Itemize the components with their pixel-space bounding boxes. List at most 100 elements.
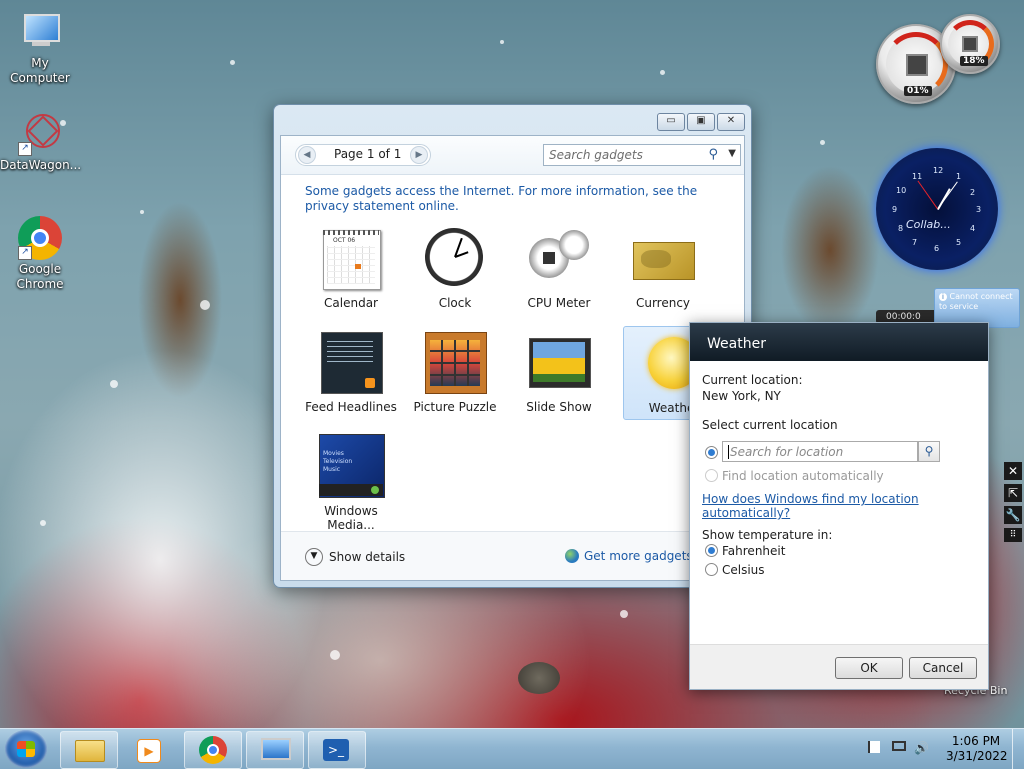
- clock-second-hand: [917, 180, 938, 209]
- start-button[interactable]: [5, 730, 47, 768]
- network-icon[interactable]: [892, 741, 906, 755]
- coat-button-decoration: [518, 662, 560, 694]
- gadget-label: Windows Media...: [324, 504, 378, 532]
- memory-meter-gadget[interactable]: 18%: [940, 14, 1000, 74]
- celsius-radio[interactable]: [705, 563, 718, 576]
- gadget-tile-clock[interactable]: Clock: [405, 222, 505, 314]
- desktop-icon-datawagon[interactable]: ↗ DataWagon...: [0, 112, 81, 173]
- chevron-down-icon: ▼: [305, 548, 323, 566]
- gadget-label: Slide Show: [526, 400, 592, 414]
- taskbar-chrome-button[interactable]: [184, 731, 242, 769]
- gadget-tile-currency[interactable]: Currency: [613, 222, 713, 314]
- chevron-left-icon: ◀: [303, 150, 311, 160]
- desktop-icon-google-chrome[interactable]: ↗ Google Chrome: [0, 216, 80, 292]
- privacy-info-text[interactable]: Some gadgets access the Internet. For mo…: [305, 184, 705, 214]
- clock-number: 9: [892, 205, 898, 214]
- taskbar-powershell-button[interactable]: >_: [308, 731, 366, 769]
- gadget-size-button[interactable]: ⇱: [1004, 484, 1022, 502]
- picture-puzzle-icon: [423, 330, 487, 394]
- taskbar-remote-desktop-button[interactable]: [246, 731, 304, 769]
- desktop-icon-my-computer[interactable]: My Computer: [0, 10, 80, 86]
- fahrenheit-option[interactable]: Fahrenheit: [705, 544, 785, 558]
- desktop-icon-label: Google Chrome: [16, 262, 64, 291]
- feed-headlines-icon: [319, 330, 383, 394]
- globe-icon: [565, 549, 579, 563]
- previous-page-button[interactable]: ◀: [298, 146, 316, 164]
- windows-logo-icon: [17, 741, 35, 757]
- weather-dialog-footer: OK Cancel: [690, 644, 988, 689]
- taskbar-explorer-button[interactable]: [60, 731, 118, 769]
- gadget-label: Feed Headlines: [305, 400, 397, 414]
- taskbar-media-player-button[interactable]: ▶: [122, 731, 180, 769]
- location-help-link[interactable]: How does Windows find my location automa…: [702, 492, 988, 520]
- gadget-close-button[interactable]: ✕: [1004, 462, 1022, 480]
- clock-number: 4: [970, 224, 976, 233]
- weather-settings-dialog[interactable]: Weather Current location: New York, NY S…: [689, 322, 989, 690]
- ok-button[interactable]: OK: [835, 657, 903, 679]
- gadget-gallery-window[interactable]: ▭ ▣ ✕ ◀ Page 1 of 1 ▶ Search gadgets ⚲ ▼: [273, 104, 752, 588]
- gadget-tile-feed-headlines[interactable]: Feed Headlines: [301, 326, 401, 418]
- gallery-content: ◀ Page 1 of 1 ▶ Search gadgets ⚲ ▼ Some …: [280, 135, 745, 581]
- current-location-value: New York, NY: [702, 389, 781, 403]
- desktop-icon-label: My Computer: [10, 56, 70, 85]
- chevron-right-icon: ▶: [415, 150, 423, 160]
- volume-icon[interactable]: 🔊: [914, 741, 929, 755]
- gallery-footer: ▼ Show details Get more gadgets online: [281, 531, 744, 580]
- cancel-button[interactable]: Cancel: [909, 657, 977, 679]
- clock-number: 12: [933, 166, 944, 175]
- auto-location-radio[interactable]: [705, 469, 718, 482]
- snowflake: [330, 650, 340, 660]
- gadget-tile-slide-show[interactable]: Slide Show: [509, 326, 609, 418]
- gadget-options-button[interactable]: 🔧: [1004, 506, 1022, 524]
- taskbar-clock[interactable]: 1:06 PM 3/31/2022: [946, 734, 1008, 764]
- currency-icon: [631, 226, 695, 290]
- powershell-icon: >_: [323, 739, 349, 761]
- auto-location-option[interactable]: Find location automatically: [705, 469, 884, 483]
- show-details-toggle[interactable]: ▼ Show details: [305, 548, 405, 566]
- gadget-tile-windows-media-center[interactable]: Movies Television Music Windows Media...: [301, 430, 401, 532]
- close-icon: ✕: [1007, 464, 1019, 478]
- show-desktop-button[interactable]: [1012, 729, 1024, 769]
- calendar-month-label: OCT 06: [333, 237, 356, 244]
- clock-number: 10: [896, 186, 907, 195]
- gadget-tile-cpu-meter[interactable]: CPU Meter: [509, 222, 609, 314]
- media-line: Movies: [323, 450, 344, 457]
- location-search-button[interactable]: ⚲: [918, 441, 940, 462]
- clock-gadget[interactable]: 12 1 2 3 4 5 6 7 8 9 10 11 Collab...: [876, 148, 998, 270]
- clock-number: 3: [976, 205, 982, 214]
- snowflake: [140, 210, 144, 214]
- snowflake: [200, 300, 210, 310]
- search-icon[interactable]: ⚲: [708, 147, 718, 162]
- gadget-label: Calendar: [324, 296, 378, 310]
- action-center-flag-icon[interactable]: [868, 741, 882, 755]
- chrome-icon: ↗: [18, 216, 62, 260]
- celsius-option[interactable]: Celsius: [705, 563, 765, 577]
- next-page-button[interactable]: ▶: [410, 146, 428, 164]
- clock-date: 3/31/2022: [946, 749, 1008, 763]
- snowflake: [500, 40, 504, 44]
- media-line: Television: [323, 458, 353, 465]
- clock-time: 1:06 PM: [951, 734, 1001, 748]
- chevron-down-icon[interactable]: ▼: [728, 148, 736, 159]
- snowflake: [820, 140, 825, 145]
- notification-text: Cannot connect to service: [939, 292, 1013, 311]
- computer-icon: [18, 10, 62, 54]
- location-search-input[interactable]: Search for location: [722, 441, 918, 462]
- weather-dialog-title: Weather: [707, 336, 766, 352]
- fahrenheit-radio[interactable]: [705, 544, 718, 557]
- close-button[interactable]: ✕: [717, 113, 745, 131]
- taskbar: ▶ >_ 🔊 1:06 PM 3/31/2022: [0, 728, 1024, 769]
- search-gadgets-input[interactable]: Search gadgets ⚲ ▼: [543, 144, 741, 166]
- restore-button[interactable]: ▣: [687, 113, 715, 131]
- snowflake: [110, 380, 118, 388]
- restore-icon: ▣: [696, 115, 706, 126]
- location-search-placeholder: Search for location: [728, 445, 844, 459]
- manual-location-radio[interactable]: [705, 446, 718, 459]
- datawagon-icon: ↗: [18, 112, 62, 156]
- show-details-label: Show details: [329, 550, 406, 564]
- clock-number: 8: [898, 224, 904, 233]
- gadget-tile-picture-puzzle[interactable]: Picture Puzzle: [405, 326, 505, 418]
- gadget-drag-handle[interactable]: ⠿: [1004, 528, 1022, 542]
- minimize-button[interactable]: ▭: [657, 113, 685, 131]
- gadget-tile-calendar[interactable]: OCT 06 Calendar: [301, 222, 401, 314]
